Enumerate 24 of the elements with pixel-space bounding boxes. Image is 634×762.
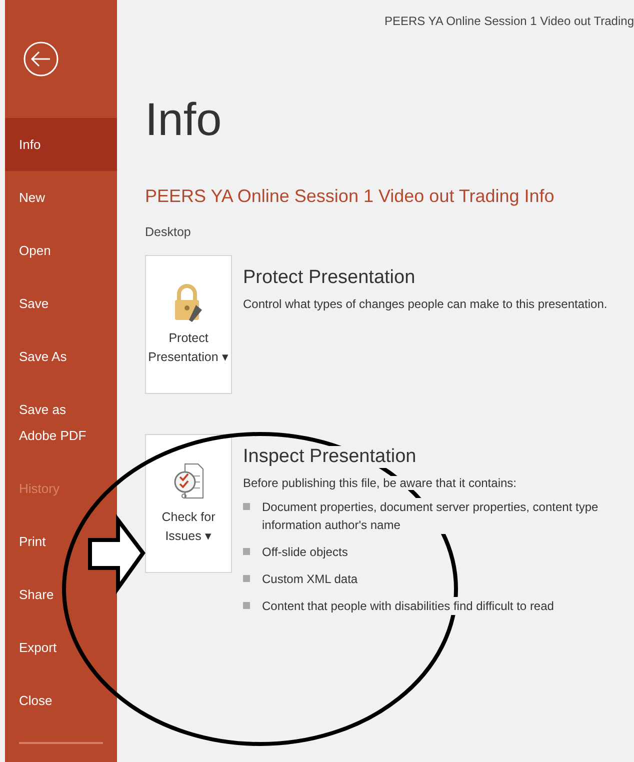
- protect-presentation-button[interactable]: Protect Presentation ▾: [145, 255, 232, 394]
- sidebar-item[interactable]: New: [5, 171, 60, 224]
- page-heading: Info: [145, 96, 223, 142]
- check-for-issues-button[interactable]: Check for Issues ▾: [145, 434, 232, 573]
- file-location: Desktop: [145, 225, 192, 239]
- bullet-icon: [243, 548, 250, 555]
- sidebar-item[interactable]: Save As: [5, 330, 81, 383]
- sidebar-item[interactable]: Info: [5, 118, 117, 171]
- sidebar-item[interactable]: Export: [5, 621, 71, 674]
- bullet-icon: [243, 602, 250, 609]
- section-description: Before publishing this file, be aware that it contains:: [243, 476, 516, 490]
- bullet-icon: [243, 575, 250, 582]
- bullet-icon: [243, 503, 250, 510]
- section-title: Inspect Presentation: [243, 446, 416, 468]
- sidebar-item[interactable]: Save: [5, 277, 63, 330]
- sidebar-item[interactable]: Share: [5, 568, 68, 621]
- section-description: Control what types of changes people can make to this presentation.: [243, 297, 608, 311]
- sidebar-item[interactable]: Print: [5, 515, 60, 568]
- sidebar-item[interactable]: Save as Adobe PDF: [5, 383, 117, 462]
- sidebar-item[interactable]: Close: [5, 674, 66, 727]
- list-item: Content that people with disabilities find difficult to read: [262, 597, 554, 615]
- document-title: PEERS YA Online Session 1 Video out Trading Info: [145, 186, 556, 207]
- sidebar-item[interactable]: Open: [5, 224, 65, 277]
- window-title: PEERS YA Online Session 1 Video out Trading: [384, 14, 634, 28]
